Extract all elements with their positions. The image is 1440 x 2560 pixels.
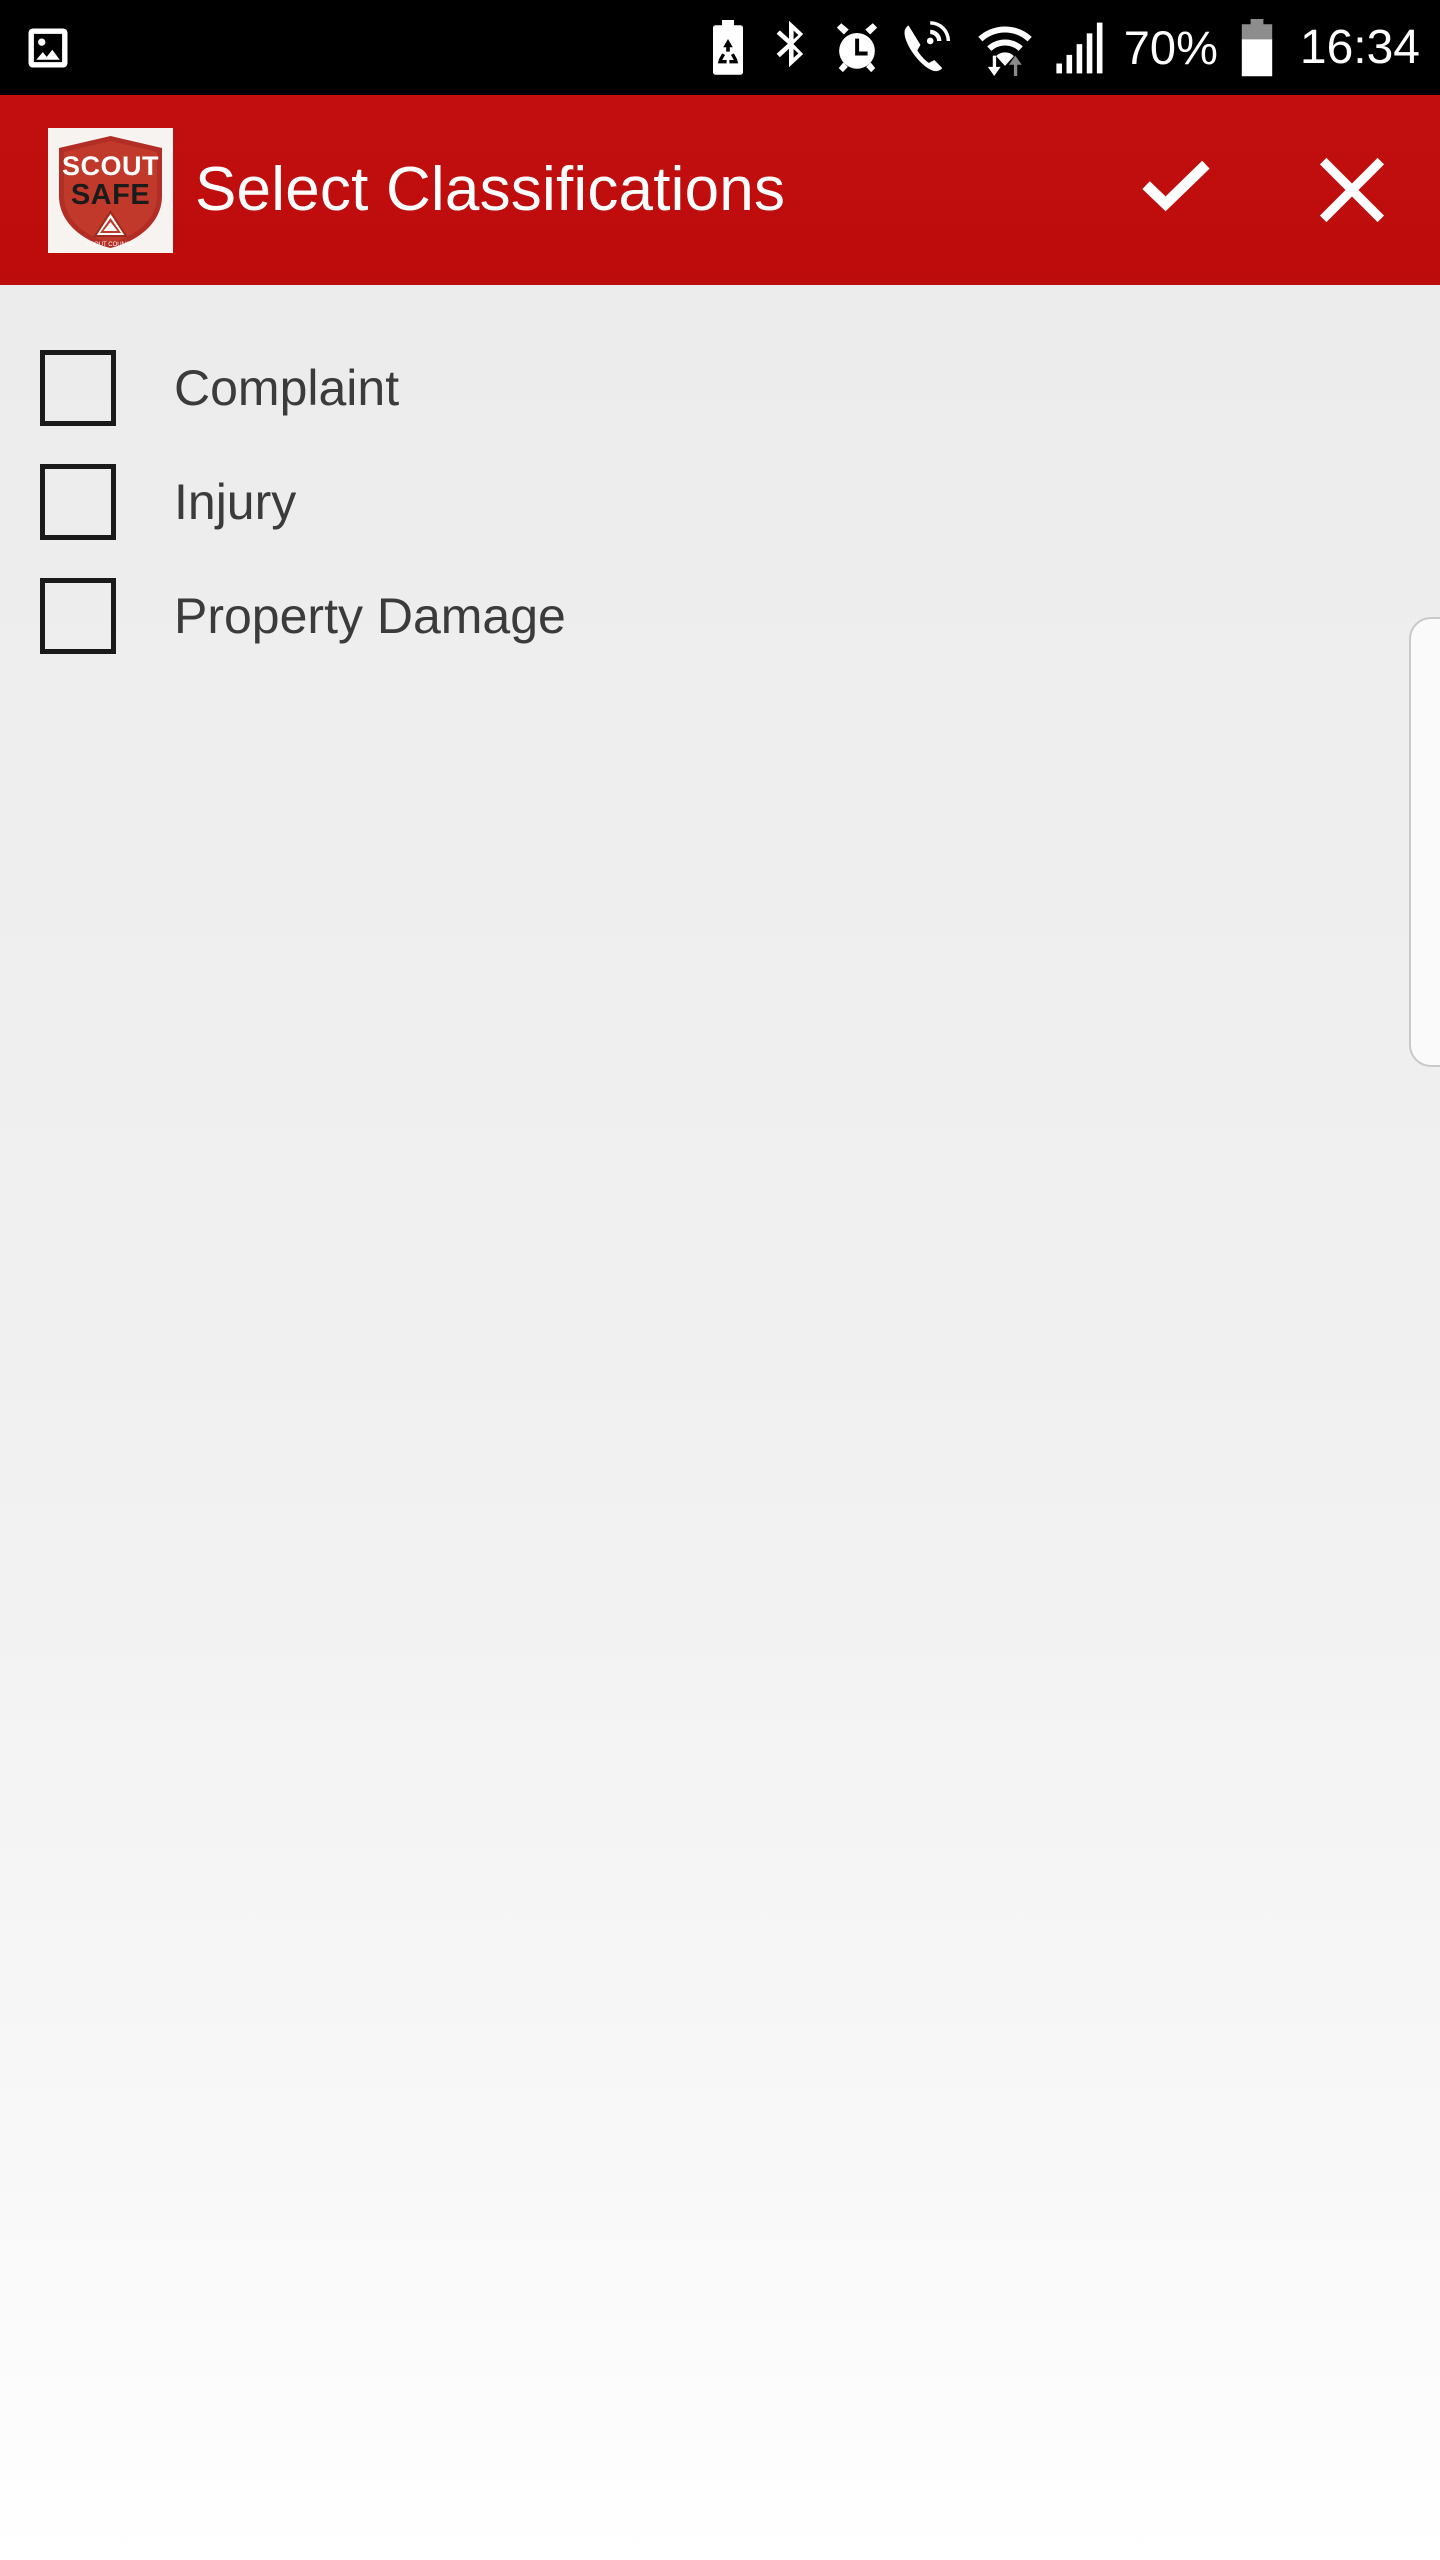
checkbox[interactable] bbox=[40, 578, 116, 654]
bluetooth-icon bbox=[769, 20, 813, 76]
status-bar: 70% 16:34 bbox=[0, 0, 1440, 95]
wifi-calling-icon bbox=[901, 20, 959, 75]
checkbox[interactable] bbox=[40, 350, 116, 426]
confirm-button[interactable] bbox=[1088, 95, 1264, 285]
list-item-label: Property Damage bbox=[174, 588, 566, 644]
confirm-check-icon bbox=[1132, 146, 1220, 234]
app-screen: 70% 16:34 SCOUT SAFE SCOUT COUNCIL Selec… bbox=[0, 0, 1440, 2560]
wifi-data-transfer-icon bbox=[976, 20, 1034, 76]
cellular-signal-icon bbox=[1051, 20, 1107, 76]
action-bar-buttons bbox=[1088, 95, 1440, 285]
list-item-label: Injury bbox=[174, 474, 297, 530]
cancel-button[interactable] bbox=[1264, 95, 1440, 285]
cancel-close-icon bbox=[1310, 148, 1394, 232]
alarm-clock-icon bbox=[830, 21, 884, 75]
status-bar-left-icons bbox=[22, 22, 74, 74]
list-item[interactable]: Property Damage bbox=[0, 559, 1440, 673]
scroll-panel-edge[interactable] bbox=[1409, 617, 1440, 1067]
list-item-label: Complaint bbox=[174, 360, 400, 416]
checkbox[interactable] bbox=[40, 464, 116, 540]
status-bar-right-icons: 70% 16:34 bbox=[704, 18, 1420, 77]
battery-saver-icon bbox=[704, 19, 752, 76]
battery-level-icon bbox=[1237, 18, 1277, 77]
svg-text:SAFE: SAFE bbox=[71, 179, 150, 211]
scout-safe-logo: SCOUT SAFE SCOUT COUNCIL bbox=[48, 127, 173, 253]
page-title: Select Classifications bbox=[195, 155, 786, 224]
image-notification-icon bbox=[22, 22, 74, 74]
classification-list: Complaint Injury Property Damage bbox=[0, 285, 1440, 673]
battery-percent-label: 70% bbox=[1123, 21, 1218, 74]
status-bar-clock: 16:34 bbox=[1299, 20, 1420, 74]
list-item[interactable]: Complaint bbox=[0, 331, 1440, 445]
list-item[interactable]: Injury bbox=[0, 445, 1440, 559]
svg-text:SCOUT: SCOUT bbox=[62, 151, 159, 181]
action-bar: SCOUT SAFE SCOUT COUNCIL Select Classifi… bbox=[0, 95, 1440, 285]
content-area: Complaint Injury Property Damage bbox=[0, 285, 1440, 2560]
svg-text:SCOUT COUNCIL: SCOUT COUNCIL bbox=[86, 242, 136, 248]
